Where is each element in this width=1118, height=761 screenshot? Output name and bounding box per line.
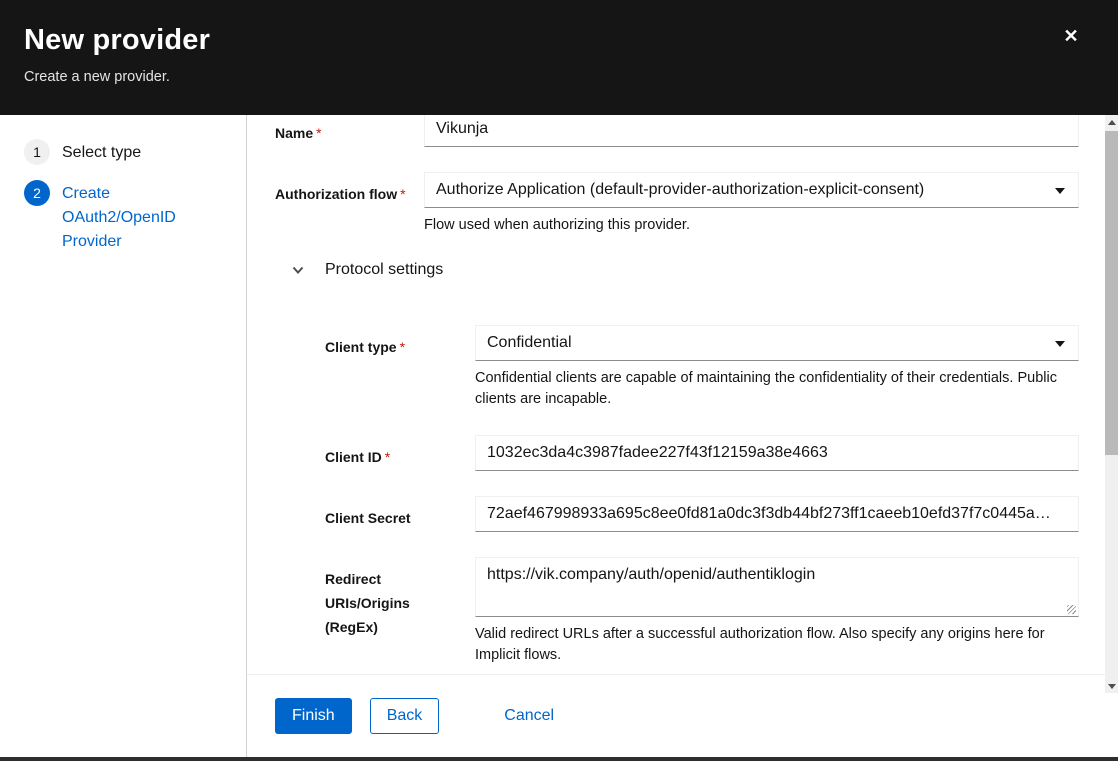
back-button[interactable]: Back: [370, 698, 440, 734]
client-type-help: Confidential clients are capable of main…: [475, 368, 1079, 410]
form-row-redirect-uris: Redirect URIs/Origins (RegEx) https://vi…: [275, 557, 1079, 666]
protocol-settings-toggle[interactable]: Protocol settings: [275, 261, 1079, 279]
form-row-client-id: Client ID*: [275, 435, 1079, 471]
wizard-nav: 1 Select type 2 Create OAuth2/OpenID Pro…: [0, 115, 247, 757]
wizard-step-label: Select type: [62, 139, 141, 165]
form-scroll-area: Name* Authorization flow* Authorize App: [247, 115, 1118, 674]
arrow-down-icon: [1108, 684, 1116, 689]
required-asterisk: *: [316, 125, 321, 141]
cancel-button[interactable]: Cancel: [504, 698, 554, 734]
redirect-uris-help: Valid redirect URLs after a successful a…: [475, 624, 1079, 666]
scrollbar-thumb[interactable]: [1105, 131, 1118, 455]
selected-value: Confidential: [487, 334, 572, 352]
form-row-authorization-flow: Authorization flow* Authorize Applicatio…: [275, 172, 1079, 236]
step-number-badge: 2: [24, 180, 50, 206]
close-icon[interactable]: ✕: [1060, 25, 1082, 47]
provider-form: Name* Authorization flow* Authorize App: [275, 115, 1079, 666]
finish-button[interactable]: Finish: [275, 698, 352, 734]
client-secret-input[interactable]: [475, 496, 1079, 532]
form-row-client-type: Client type* Confidential Confidential c…: [275, 325, 1079, 410]
redirect-uris-label: Redirect URIs/Origins (RegEx): [325, 557, 475, 666]
authorization-flow-help: Flow used when authorizing this provider…: [424, 215, 1079, 236]
selected-value: Authorize Application (default-provider-…: [436, 181, 924, 199]
vertical-scrollbar[interactable]: [1105, 115, 1118, 693]
redirect-uris-textarea[interactable]: https://vik.company/auth/openid/authenti…: [475, 557, 1079, 617]
wizard-step-select-type[interactable]: 1 Select type: [24, 139, 230, 165]
step-number-badge: 1: [24, 139, 50, 165]
client-id-input[interactable]: [475, 435, 1079, 471]
name-input[interactable]: [424, 115, 1079, 147]
client-type-label: Client type*: [325, 325, 475, 410]
modal-header: New provider Create a new provider. ✕: [0, 0, 1118, 115]
modal-footer: Finish Back Cancel: [247, 674, 1118, 757]
textarea-value: https://vik.company/auth/openid/authenti…: [487, 566, 815, 583]
wizard-step-label: Create OAuth2/OpenID Provider: [62, 180, 194, 254]
name-label: Name*: [275, 115, 424, 147]
resize-handle-icon[interactable]: [1067, 605, 1076, 614]
chevron-down-icon: [1055, 188, 1065, 194]
client-secret-label: Client Secret: [325, 496, 475, 532]
chevron-down-icon: [291, 263, 305, 277]
form-row-name: Name*: [275, 115, 1079, 147]
new-provider-modal: New provider Create a new provider. ✕ 1 …: [0, 0, 1118, 757]
protocol-settings-title: Protocol settings: [325, 261, 443, 279]
arrow-up-icon: [1108, 120, 1116, 125]
authorization-flow-label: Authorization flow*: [275, 172, 424, 236]
wizard-main-panel: Name* Authorization flow* Authorize App: [247, 115, 1118, 757]
modal-body: 1 Select type 2 Create OAuth2/OpenID Pro…: [0, 115, 1118, 757]
required-asterisk: *: [385, 449, 390, 465]
wizard-step-create-provider[interactable]: 2 Create OAuth2/OpenID Provider: [24, 180, 230, 254]
client-id-label: Client ID*: [325, 435, 475, 471]
page-title: New provider: [24, 24, 1094, 57]
form-row-client-secret: Client Secret: [275, 496, 1079, 532]
scroll-down-button[interactable]: [1105, 679, 1118, 693]
chevron-down-icon: [1055, 341, 1065, 347]
scroll-up-button[interactable]: [1105, 115, 1118, 129]
client-type-select[interactable]: Confidential: [475, 325, 1079, 361]
authorization-flow-select[interactable]: Authorize Application (default-provider-…: [424, 172, 1079, 208]
page-subtitle: Create a new provider.: [24, 69, 1094, 85]
required-asterisk: *: [400, 186, 405, 202]
required-asterisk: *: [400, 339, 405, 355]
